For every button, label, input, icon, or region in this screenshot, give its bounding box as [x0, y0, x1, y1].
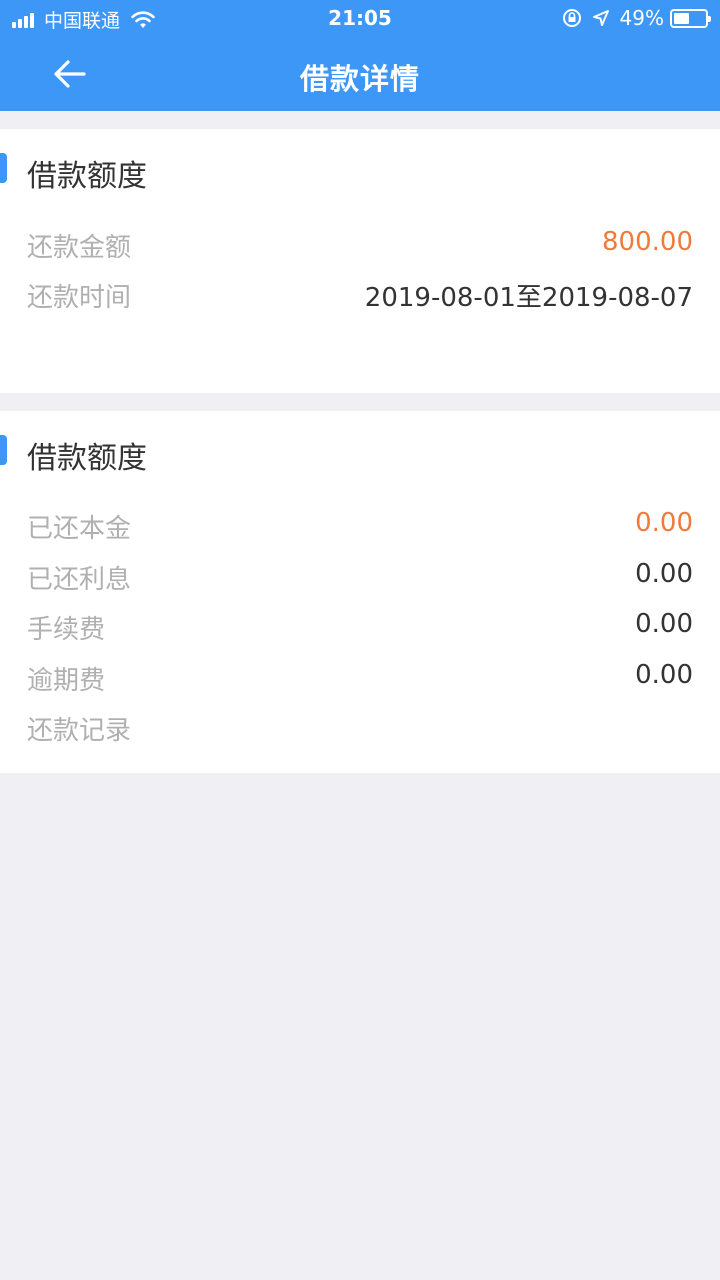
repaid-interest-row: 已还利息 0.00 — [0, 559, 720, 599]
row-label: 逾期费 — [27, 666, 106, 696]
row-label: 手续费 — [27, 615, 106, 645]
row-label: 还款时间 — [27, 283, 132, 313]
loan-amount-card: 借款额度 还款金额 800.00 还款时间 2019-08-01至2019-08… — [0, 129, 720, 393]
repayment-time-value: 2019-08-01至2019-08-07 — [364, 283, 693, 313]
row-label: 还款金额 — [27, 233, 132, 263]
row-label: 已还本金 — [27, 514, 132, 544]
battery-percent: 49% — [619, 6, 664, 30]
section-accent-bar — [0, 435, 7, 465]
repayment-amount-row: 还款金额 800.00 — [0, 227, 720, 267]
section-title: 借款额度 — [27, 159, 147, 194]
repayment-record-link[interactable]: 还款记录 — [27, 710, 131, 747]
repaid-interest-value: 0.00 — [635, 559, 693, 589]
status-right: 49% — [562, 6, 711, 30]
location-arrow-icon — [592, 10, 609, 26]
section-title: 借款额度 — [27, 441, 147, 476]
overdue-fee-row: 逾期费 0.00 — [0, 660, 720, 700]
repayment-record-row[interactable]: 还款记录 — [0, 710, 720, 750]
orientation-lock-icon — [562, 9, 581, 27]
repaid-principal-row: 已还本金 0.00 — [0, 508, 720, 548]
repayment-amount-value: 800.00 — [602, 227, 693, 257]
repayment-detail-card: 借款额度 已还本金 0.00 已还利息 0.00 手续费 0.00 逾期费 0.… — [0, 411, 720, 773]
page-title: 借款详情 — [299, 62, 420, 96]
repaid-principal-value: 0.00 — [635, 508, 693, 538]
status-bar: 中国联通 21:05 49% — [0, 0, 720, 38]
battery-icon — [670, 8, 711, 28]
repayment-time-row: 还款时间 2019-08-01至2019-08-07 — [0, 277, 720, 317]
row-label: 已还利息 — [27, 565, 132, 595]
section-accent-bar — [0, 153, 7, 183]
overdue-fee-value: 0.00 — [635, 660, 693, 690]
app-header: 中国联通 21:05 49% 借款详情 — [0, 0, 720, 111]
service-fee-row: 手续费 0.00 — [0, 609, 720, 649]
battery-level — [674, 12, 689, 24]
navigation-bar: 借款详情 — [0, 38, 720, 111]
service-fee-value: 0.00 — [635, 609, 693, 639]
